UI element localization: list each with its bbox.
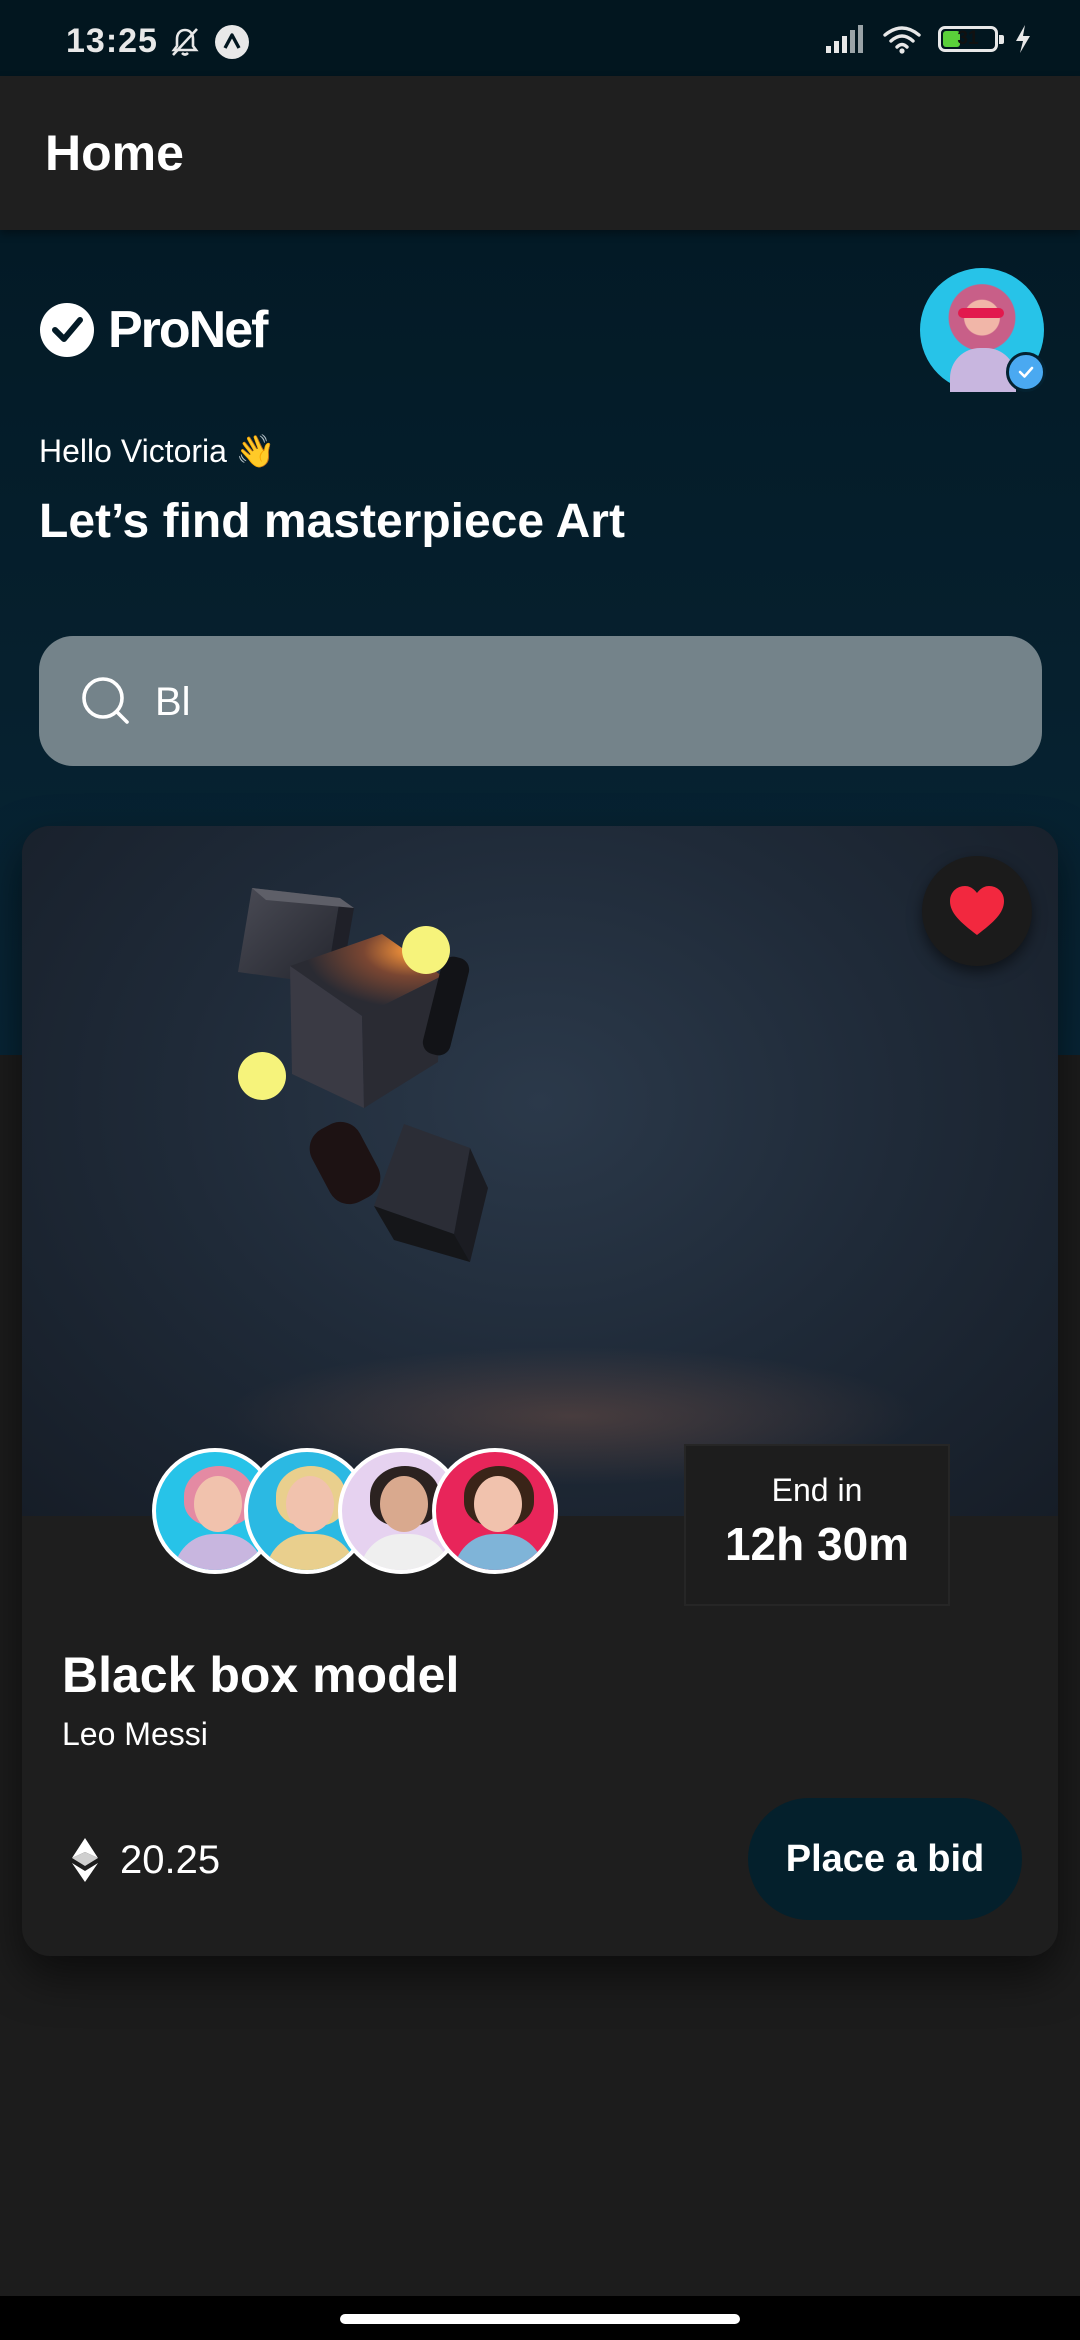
ethereum-icon (72, 1838, 98, 1882)
home-indicator[interactable] (340, 2314, 740, 2324)
end-value: 12h 30m (724, 1518, 910, 1570)
auction-timer: End in 12h 30m (686, 1446, 948, 1604)
logo-text: ProNef (108, 301, 268, 359)
greeting-text: Hello Victoria 👋 (39, 433, 276, 469)
artwork-image[interactable] (22, 826, 1058, 1516)
favorite-button[interactable] (922, 856, 1032, 966)
charging-bolt-icon (1016, 25, 1030, 53)
signal-icon (826, 25, 863, 53)
search-icon (82, 677, 129, 724)
status-time: 13:25 (66, 22, 158, 60)
check-circle-icon (40, 303, 94, 357)
bell-off-icon (171, 28, 199, 56)
bidder-face (286, 1476, 334, 1532)
page-title: Home (45, 125, 184, 181)
headline: Let’s find masterpiece Art (39, 495, 625, 548)
nav-circle-icon (215, 25, 249, 59)
verified-icon (1006, 352, 1046, 392)
search-bar[interactable] (39, 636, 1042, 766)
artwork-card[interactable]: End in 12h 30m Black box model Leo Messi… (22, 826, 1058, 1956)
place-bid-button[interactable]: Place a bid (748, 1798, 1022, 1920)
end-label: End in (771, 1472, 863, 1508)
bidder-torso (360, 1534, 450, 1570)
status-right-icons: 31 (824, 24, 1032, 54)
profile-avatar[interactable] (920, 268, 1046, 392)
artwork-artist: Leo Messi (62, 1716, 208, 1752)
app-logo: ProNef (40, 300, 268, 360)
bidder-face (474, 1476, 522, 1532)
status-bar: 13:25 31 (0, 0, 1080, 76)
app-bar: Home (0, 76, 1080, 230)
bidder-avatars[interactable] (132, 1448, 582, 1580)
bidder-avatar-4[interactable] (432, 1448, 558, 1574)
heart-icon (950, 886, 1004, 935)
price: 20.25 (70, 1836, 220, 1884)
bidder-torso (454, 1534, 544, 1570)
cubes-artwork (238, 888, 488, 1262)
gesture-bar (0, 2296, 1080, 2340)
price-value: 20.25 (120, 1837, 221, 1882)
avatar-glasses (958, 308, 1004, 318)
artwork-title: Black box model (62, 1647, 460, 1703)
screen: 13:25 31 Home ProNef Hello Victoria 👋 Le… (0, 0, 1080, 2340)
wifi-icon (883, 26, 921, 54)
battery-icon: 31 (938, 26, 1004, 52)
battery-level: 31 (957, 28, 979, 49)
bidder-torso (266, 1534, 356, 1570)
search-input[interactable] (153, 666, 997, 738)
bidder-face (194, 1476, 242, 1532)
status-left-icons (168, 24, 250, 60)
bidder-face (380, 1476, 428, 1532)
